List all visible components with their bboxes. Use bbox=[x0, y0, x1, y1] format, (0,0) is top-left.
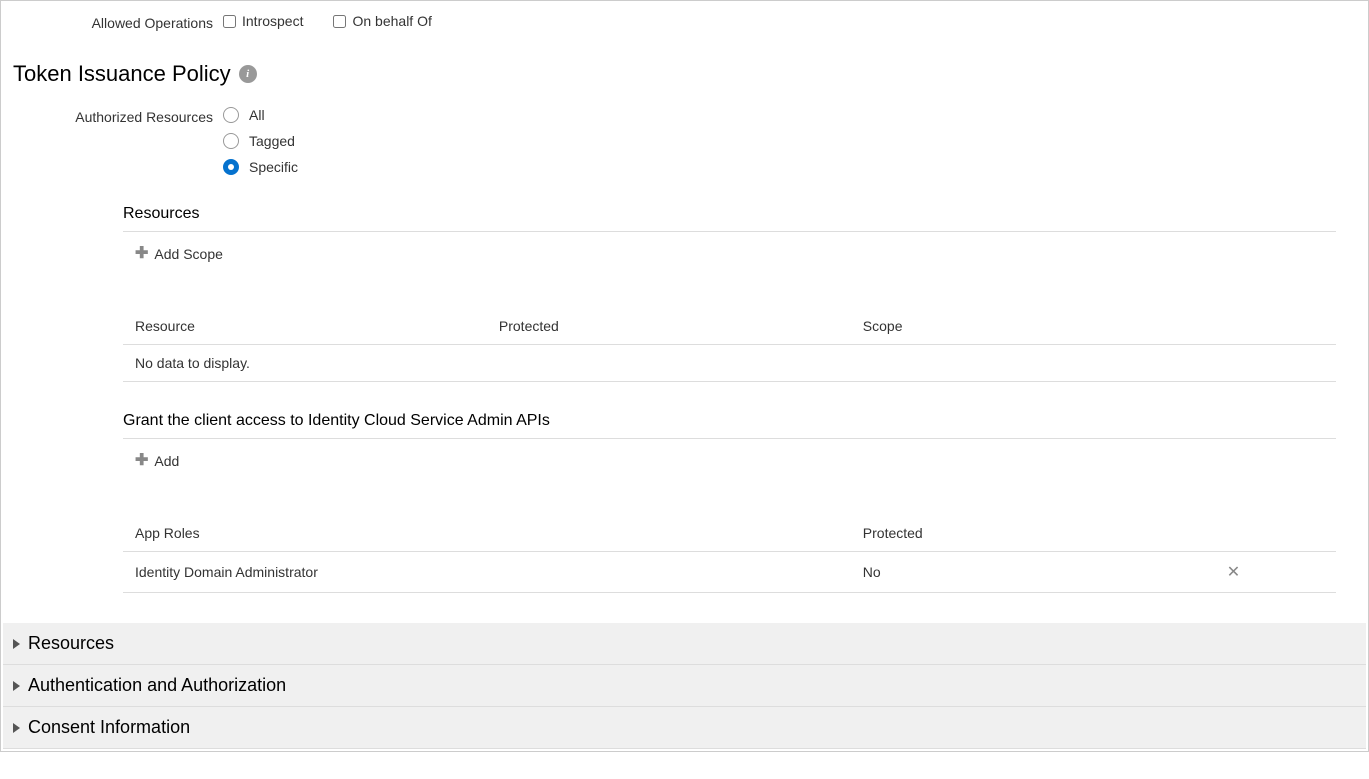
radio-specific-circle[interactable] bbox=[223, 159, 239, 175]
chevron-right-icon bbox=[13, 723, 20, 733]
resources-subsection-title: Resources bbox=[123, 205, 1336, 232]
info-icon[interactable]: i bbox=[239, 65, 257, 83]
radio-all-circle[interactable] bbox=[223, 107, 239, 123]
resources-col-scope: Scope bbox=[851, 308, 1336, 345]
chevron-right-icon bbox=[13, 681, 20, 691]
on-behalf-of-checkbox-item[interactable]: On behalf Of bbox=[333, 13, 431, 29]
accordion-consent[interactable]: Consent Information bbox=[3, 707, 1366, 749]
resources-col-resource: Resource bbox=[123, 308, 487, 345]
radio-all[interactable]: All bbox=[223, 107, 1366, 123]
add-scope-label: Add Scope bbox=[154, 246, 223, 262]
introspect-checkbox[interactable] bbox=[223, 15, 236, 28]
allowed-operations-label: Allowed Operations bbox=[3, 13, 223, 31]
add-scope-button[interactable]: ✚ Add Scope bbox=[123, 240, 227, 268]
introspect-checkbox-item[interactable]: Introspect bbox=[223, 13, 303, 29]
authorized-resources-label: Authorized Resources bbox=[3, 107, 223, 125]
accordion-resources[interactable]: Resources bbox=[3, 623, 1366, 665]
add-button[interactable]: ✚ Add bbox=[123, 447, 183, 475]
accordion-auth-title: Authentication and Authorization bbox=[28, 675, 286, 696]
on-behalf-of-checkbox[interactable] bbox=[333, 15, 346, 28]
on-behalf-of-label: On behalf Of bbox=[352, 13, 431, 29]
radio-specific[interactable]: Specific bbox=[223, 159, 1366, 175]
add-label: Add bbox=[154, 453, 179, 469]
close-icon[interactable]: ✕ bbox=[1227, 564, 1240, 581]
resources-empty-message: No data to display. bbox=[123, 345, 1336, 382]
introspect-label: Introspect bbox=[242, 13, 303, 29]
radio-specific-label: Specific bbox=[249, 159, 298, 175]
grant-col-protected: Protected bbox=[851, 515, 1215, 552]
policy-heading: Token Issuance Policy bbox=[13, 61, 231, 87]
accordion-auth[interactable]: Authentication and Authorization bbox=[3, 665, 1366, 707]
grant-table: App Roles Protected Identity Domain Admi… bbox=[123, 515, 1336, 593]
radio-tagged-circle[interactable] bbox=[223, 133, 239, 149]
radio-tagged[interactable]: Tagged bbox=[223, 133, 1366, 149]
radio-tagged-label: Tagged bbox=[249, 133, 295, 149]
grant-row-role: Identity Domain Administrator bbox=[123, 552, 851, 593]
grant-row-protected: No bbox=[851, 552, 1215, 593]
grant-subsection-title: Grant the client access to Identity Clou… bbox=[123, 412, 1336, 439]
grant-col-approles: App Roles bbox=[123, 515, 851, 552]
plus-icon: ✚ bbox=[135, 246, 148, 262]
accordion-consent-title: Consent Information bbox=[28, 717, 190, 738]
radio-all-label: All bbox=[249, 107, 265, 123]
chevron-right-icon bbox=[13, 639, 20, 649]
plus-icon: ✚ bbox=[135, 453, 148, 469]
accordion-resources-title: Resources bbox=[28, 633, 114, 654]
resources-table: Resource Protected Scope No data to disp… bbox=[123, 308, 1336, 382]
resources-col-protected: Protected bbox=[487, 308, 851, 345]
table-row: Identity Domain Administrator No ✕ bbox=[123, 552, 1336, 593]
